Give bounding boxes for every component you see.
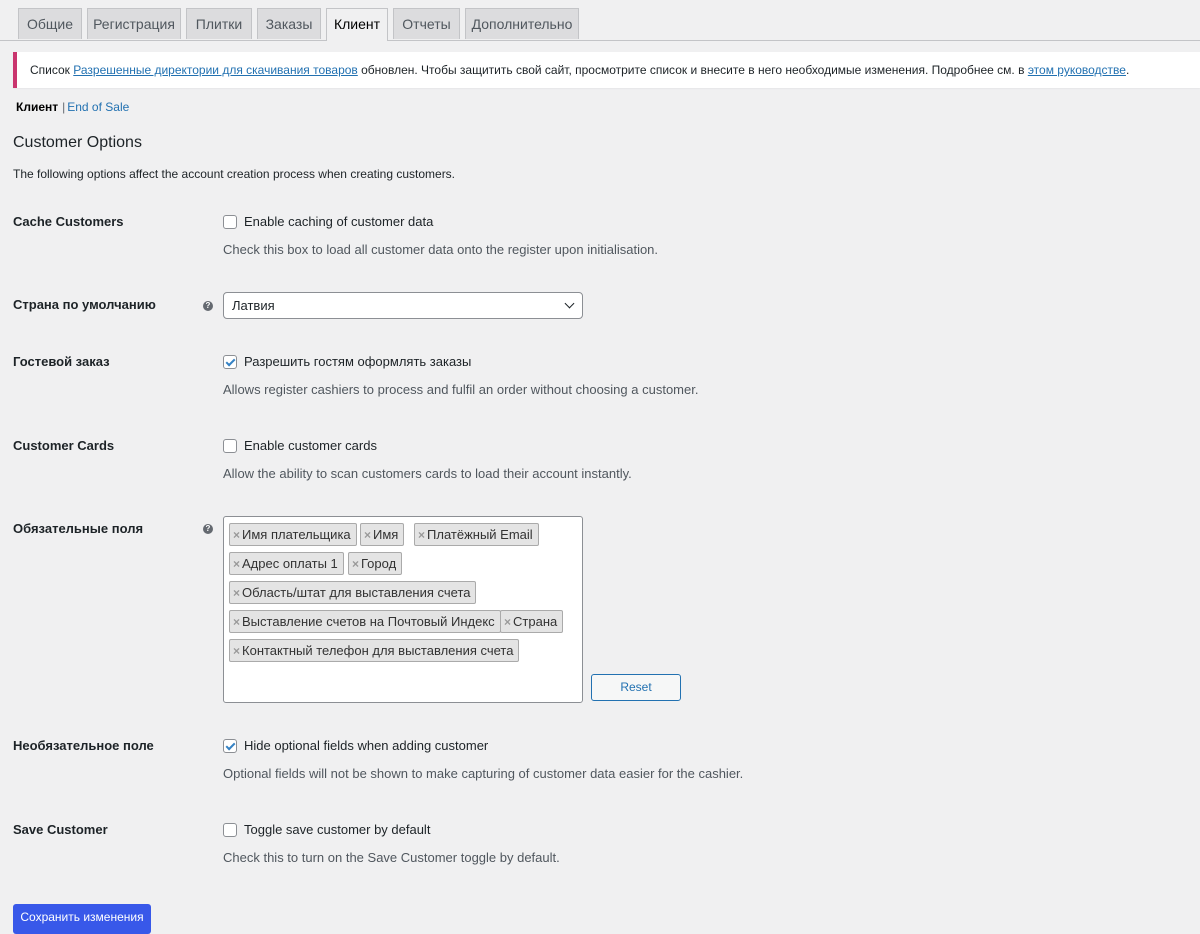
optional-field-checkbox-label: Hide optional fields when adding custome… [244,738,489,753]
guest-order-option[interactable]: Разрешить гостям оформлять заказы [223,354,471,370]
notice-suffix: . [1125,63,1130,77]
section-subnav: Клиент | End of Sale [16,99,129,115]
chevron-down-icon [564,298,575,309]
remove-tag-icon[interactable]: × [233,528,240,542]
save-customer-option[interactable]: Toggle save customer by default [223,822,430,838]
required-fields-label: Обязательные поля [13,521,144,536]
required-field-tag: × Контактный телефон для выставления счет… [229,639,520,662]
settings-tabs: Общие Регистрация Плитки Заказы Клиент О… [0,0,1200,41]
notice-prefix: Список [30,63,74,77]
customer-cards-label: Customer Cards [13,438,115,453]
notice-middle: обновлен. Чтобы защитить свой сайт, прос… [357,63,1028,77]
required-field-tag: × Область/штат для выставления счета [229,581,477,604]
section-description: The following options affect the account… [13,167,456,181]
guest-order-description: Allows register cashiers to process and … [223,382,699,397]
optional-field-label: Необязательное поле [13,738,154,753]
tab-orders[interactable]: Заказы [257,8,321,39]
tag-label: Платёжный Email [427,527,533,542]
save-changes-button[interactable]: Сохранить изменения [13,904,151,934]
default-country-select[interactable]: Латвия [223,292,583,319]
remove-tag-icon[interactable]: × [233,557,240,571]
notice-link-guide[interactable]: этом руководстве [1028,63,1126,77]
remove-tag-icon[interactable]: × [233,586,240,600]
required-field-tag: × Имя плательщика [229,523,357,546]
customer-cards-checkbox-label: Enable customer cards [244,438,377,453]
admin-notice: Список Разрешенные директории для скачив… [13,52,1200,88]
guest-order-label: Гостевой заказ [13,354,110,369]
reset-button[interactable]: Reset [591,674,681,701]
tab-registration[interactable]: Регистрация [87,8,181,39]
required-field-tag: × Страна [500,610,564,633]
cache-customers-label: Cache Customers [13,214,124,229]
tag-label: Город [361,556,397,571]
tag-label: Область/штат для выставления счета [242,585,471,600]
tag-label: Адрес оплаты 1 [242,556,338,571]
cache-customers-description: Check this box to load all customer data… [223,242,659,257]
remove-tag-icon[interactable]: × [233,644,240,658]
required-field-tag: × Выставление счетов на Почтовый Индекс [229,610,501,633]
required-field-tag: × Адрес оплаты 1 [229,552,344,575]
notice-link-download-directories[interactable]: Разрешенные директории для скачивания то… [73,63,358,77]
cache-customers-checkbox-label: Enable caching of customer data [244,214,434,229]
default-country-label: Страна по умолчанию [13,297,156,312]
save-customer-label: Save Customer [13,822,108,837]
tag-label: Имя плательщика [242,527,351,542]
tab-general[interactable]: Общие [18,8,82,39]
customer-cards-option[interactable]: Enable customer cards [223,438,377,454]
save-customer-checkbox-label: Toggle save customer by default [244,822,431,837]
cache-customers-checkbox[interactable] [223,214,237,229]
remove-tag-icon[interactable]: × [418,528,425,542]
required-fields-select[interactable]: × Имя плательщика × Имя × Платёжный Email ×… [223,516,583,703]
save-customer-checkbox[interactable] [223,822,237,837]
optional-field-checkbox[interactable] [223,738,237,753]
required-field-tag: × Город [348,552,403,575]
remove-tag-icon[interactable]: × [233,615,240,629]
cache-customers-option[interactable]: Enable caching of customer data [223,214,433,230]
tab-customer[interactable]: Клиент [326,8,388,41]
customer-cards-checkbox[interactable] [223,438,237,453]
tag-label: Контактный телефон для выставления счета [242,643,514,658]
remove-tag-icon[interactable]: × [352,557,359,571]
guest-order-checkbox-label: Разрешить гостям оформлять заказы [244,354,472,369]
optional-field-option[interactable]: Hide optional fields when adding custome… [223,738,488,754]
save-customer-description: Check this to turn on the Save Customer … [223,850,560,865]
default-country-value: Латвия [232,298,275,313]
help-icon[interactable]: ? [203,524,213,534]
remove-tag-icon[interactable]: × [364,528,371,542]
subnav-link-end-of-sale[interactable]: End of Sale [67,100,129,114]
tag-label: Страна [513,614,558,629]
tab-advanced[interactable]: Дополнительно [465,8,579,39]
required-field-tag: × Платёжный Email [414,523,539,546]
tab-tiles[interactable]: Плитки [186,8,252,39]
optional-field-description: Optional fields will not be shown to mak… [223,766,744,781]
subnav-current: Клиент [16,100,59,114]
section-title: Customer Options [13,134,142,151]
tab-reports[interactable]: Отчеты [393,8,460,39]
remove-tag-icon[interactable]: × [504,615,511,629]
customer-cards-description: Allow the ability to scan customers card… [223,466,632,481]
help-icon[interactable]: ? [203,301,213,311]
required-field-tag: × Имя [360,523,405,546]
subnav-separator: | [62,100,66,114]
tag-label: Выставление счетов на Почтовый Индекс [242,614,495,629]
guest-order-checkbox[interactable] [223,354,237,369]
tag-label: Имя [373,527,399,542]
